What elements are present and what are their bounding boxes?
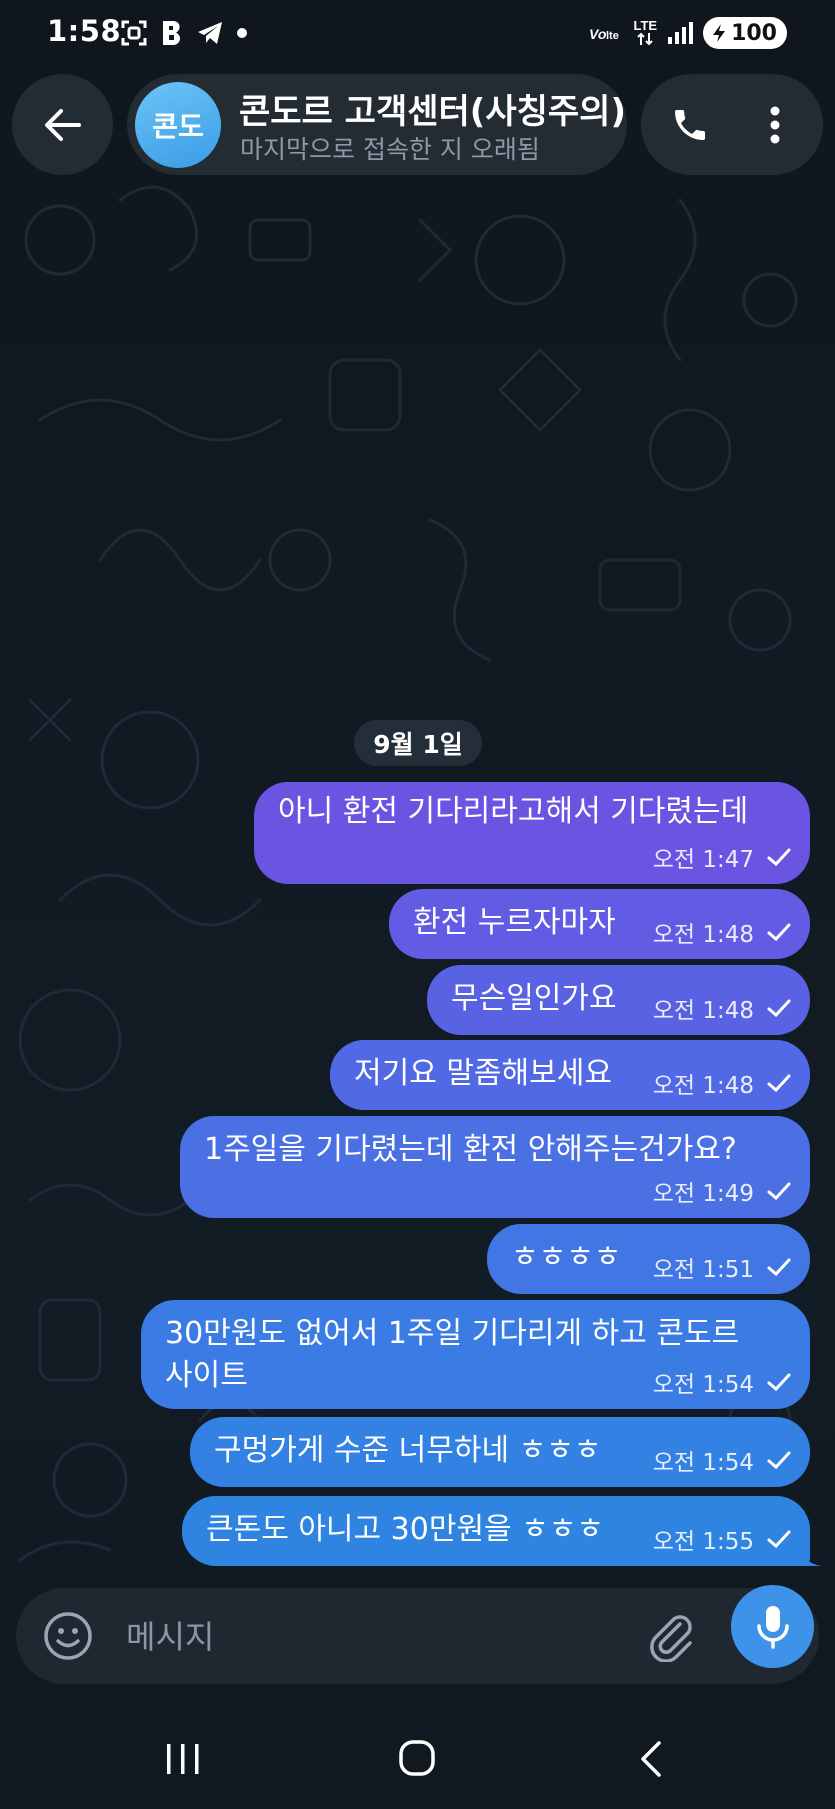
message-text: ㅎㅎㅎㅎ (511, 1240, 622, 1275)
message-text: 환전 누르자마자 (413, 905, 616, 940)
message-meta: 오전 1:48 (653, 991, 792, 1025)
message-meta: 오전 1:48 (653, 915, 792, 949)
paperclip-icon[interactable] (646, 1610, 698, 1662)
message-meta: 오전 1:54 (653, 1365, 792, 1399)
volte-icon: Vo lte (589, 26, 619, 42)
chat-info-header[interactable]: 콘도 콘도르 고객센터(사칭주의) 마지막으로 접속한 지 오래됨 (127, 74, 627, 175)
check-icon (767, 1074, 791, 1093)
header-actions (641, 74, 823, 175)
message-time: 오전 1:48 (652, 1073, 754, 1099)
check-icon (767, 923, 791, 942)
telegram-chat-screen: 1:58 Vo lte LTE 100 콘도 콘도르 고객센터(사칭주의) 마지… (0, 0, 835, 1809)
check-icon (767, 1258, 791, 1277)
voice-message-button[interactable] (731, 1585, 814, 1668)
message-meta: 오전 1:55 (653, 1522, 792, 1556)
message-meta: 오전 1:47 (653, 840, 792, 874)
check-icon (767, 1373, 791, 1392)
recent-apps-icon[interactable] (164, 1742, 202, 1776)
phone-icon (675, 110, 705, 140)
message-bubble[interactable]: 30만원도 없어서 1주일 기다리게 하고 콘도르 사이트 오전 1:54 (141, 1300, 810, 1409)
message-meta: 오전 1:51 (653, 1250, 792, 1284)
telegram-icon (198, 22, 222, 44)
message-time: 오전 1:48 (652, 922, 754, 948)
message-bubble[interactable]: 구멍가게 수준 너무하네 ㅎㅎㅎ 오전 1:54 (190, 1417, 810, 1487)
home-icon[interactable] (398, 1739, 436, 1777)
message-text: 아니 환전 기다리라고해서 기다렸는데 (278, 794, 749, 829)
screenshot-icon (121, 20, 147, 46)
message-composer (16, 1588, 819, 1684)
battery-indicator: 100 (703, 17, 787, 49)
b-app-icon (163, 21, 181, 45)
message-input[interactable] (124, 1610, 548, 1664)
message-meta: 오전 1:49 (653, 1174, 792, 1208)
message-bubble[interactable]: 환전 누르자마자 오전 1:48 (389, 889, 810, 959)
battery-level: 100 (731, 20, 777, 46)
message-meta: 오전 1:48 (653, 1066, 792, 1100)
check-icon (767, 999, 791, 1018)
call-button[interactable] (661, 96, 719, 154)
message-text-line-2: 사이트 (165, 1358, 248, 1393)
message-bubble[interactable]: 1주일을 기다렸는데 환전 안해주는건가요? 오전 1:49 (180, 1116, 810, 1218)
message-time: 오전 1:48 (652, 998, 754, 1024)
status-bar: 1:58 Vo lte LTE 100 (0, 0, 835, 64)
more-notifications-dot-icon (237, 28, 247, 38)
back-nav-icon[interactable] (637, 1740, 665, 1778)
more-vertical-icon (770, 106, 780, 144)
message-text: 큰돈도 아니고 30만원을 ㅎㅎㅎ (206, 1512, 604, 1547)
more-options-button[interactable] (746, 96, 804, 154)
message-text: 저기요 말좀해보세요 (354, 1056, 612, 1091)
check-icon (767, 1182, 791, 1201)
message-bubble[interactable]: ㅎㅎㅎㅎ 오전 1:51 (487, 1224, 810, 1294)
notification-icons (120, 18, 248, 48)
message-bubble[interactable]: 무슨일인가요 오전 1:48 (427, 965, 810, 1035)
message-text: 무슨일인가요 (451, 981, 617, 1016)
back-button[interactable] (12, 74, 113, 175)
status-time: 1:58 (47, 14, 122, 48)
system-navigation-bar (0, 1700, 835, 1809)
date-separator: 9월 1일 (354, 720, 482, 766)
message-time: 오전 1:51 (652, 1257, 754, 1283)
message-time: 오전 1:49 (652, 1181, 754, 1207)
message-bubble[interactable]: 큰돈도 아니고 30만원을 ㅎㅎㅎ 오전 1:55 (182, 1496, 810, 1566)
message-text-line-1: 30만원도 없어서 1주일 기다리게 하고 콘도르 (165, 1316, 740, 1351)
message-time: 오전 1:54 (652, 1372, 754, 1398)
last-seen-status: 마지막으로 접속한 지 오래됨 (240, 135, 540, 164)
message-time: 오전 1:47 (652, 847, 754, 873)
chat-title: 콘도르 고객센터(사칭주의) (239, 92, 626, 132)
svg-text:Vo: Vo (589, 26, 607, 42)
message-time: 오전 1:55 (652, 1529, 754, 1555)
arrow-left-icon (44, 108, 81, 141)
signal-icon (668, 22, 694, 44)
message-bubble[interactable]: 저기요 말좀해보세요 오전 1:48 (330, 1040, 810, 1110)
lte-label: LTE (633, 18, 658, 33)
status-right-icons: Vo lte LTE 100 (589, 16, 787, 50)
check-icon (767, 848, 791, 867)
message-text: 1주일을 기다렸는데 환전 안해주는건가요? (204, 1132, 737, 1167)
message-bubble[interactable]: 아니 환전 기다리라고해서 기다렸는데 오전 1:47 (254, 782, 810, 884)
message-text: 구멍가게 수준 너무하네 ㅎㅎㅎ (214, 1433, 602, 1468)
svg-text:lte: lte (606, 30, 619, 42)
check-icon (767, 1530, 791, 1549)
message-time: 오전 1:54 (652, 1450, 754, 1476)
lte-indicator: LTE (633, 18, 658, 46)
emoji-icon[interactable] (42, 1610, 94, 1662)
check-icon (767, 1451, 791, 1470)
avatar[interactable]: 콘도 (135, 82, 221, 168)
microphone-icon (756, 1605, 789, 1649)
data-arrows-icon (637, 32, 653, 46)
charging-bolt-icon (713, 24, 726, 42)
bubble-tail (800, 1546, 822, 1566)
message-meta: 오전 1:54 (653, 1443, 792, 1477)
